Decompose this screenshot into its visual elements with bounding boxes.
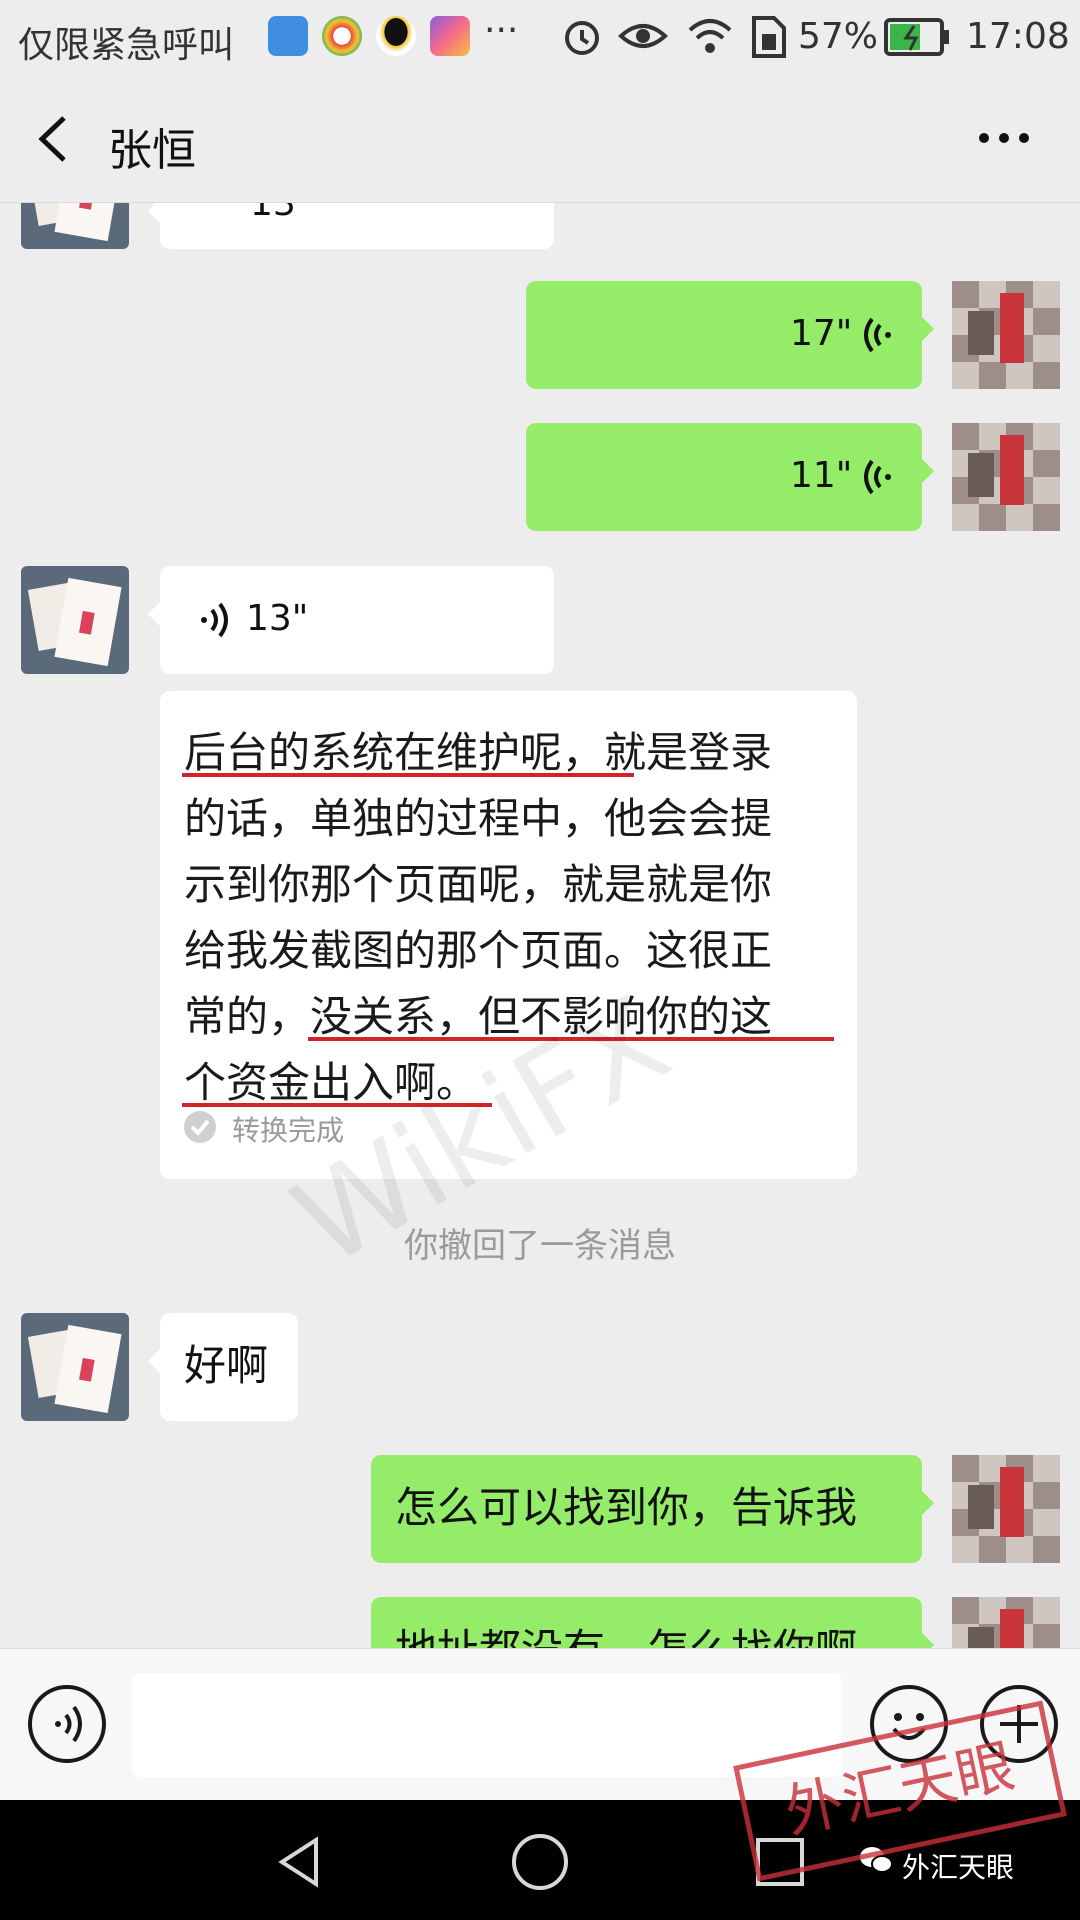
transcript-line: 后台的系统在维护呢，就是登录 bbox=[184, 728, 773, 777]
chat-list[interactable]: 13" 17" 11" 13" 后台的系统在维护呢，就是登录 的话，单独的过程中… bbox=[0, 203, 1080, 1648]
outgoing-voice-bubble[interactable]: 17" bbox=[526, 281, 934, 389]
recall-notice: 你撤回了一条消息 bbox=[404, 1226, 676, 1266]
qq-app-icon bbox=[376, 16, 416, 56]
transcript-line: 给我发截图的那个页面。这很正 bbox=[184, 926, 773, 975]
eye-icon bbox=[618, 24, 668, 48]
carrier-text: 仅限紧急呼叫 bbox=[18, 25, 235, 66]
wifi-icon bbox=[688, 19, 732, 53]
red-underline bbox=[182, 773, 634, 777]
chat-header: 张恒 bbox=[0, 76, 1080, 203]
my-avatar[interactable] bbox=[952, 1597, 1060, 1648]
status-bar: 仅限紧急呼叫 ··· 57% 17:08 bbox=[0, 0, 1080, 76]
chat-title: 张恒 bbox=[108, 125, 196, 176]
back-triangle-icon[interactable] bbox=[272, 1834, 328, 1890]
incoming-voice-bubble[interactable]: 13" bbox=[148, 566, 554, 674]
home-circle-icon[interactable] bbox=[510, 1832, 570, 1892]
my-avatar[interactable] bbox=[952, 1455, 1060, 1563]
voice-wave-icon bbox=[201, 602, 228, 638]
my-avatar[interactable] bbox=[952, 423, 1060, 531]
battery-percent: 57% bbox=[798, 16, 879, 57]
voice-duration: 17" bbox=[790, 313, 853, 354]
chevron-left-icon[interactable] bbox=[34, 114, 74, 164]
contact-avatar[interactable] bbox=[21, 1313, 129, 1421]
voice-input-icon[interactable] bbox=[28, 1685, 106, 1763]
brand-label: 外汇天眼 bbox=[902, 1851, 1015, 1884]
outgoing-voice-bubble[interactable]: 11" bbox=[526, 423, 934, 531]
voice-wave-icon bbox=[864, 459, 891, 495]
message-text: 怎么可以找到你，告诉我 bbox=[395, 1483, 858, 1532]
voice-duration: 13" bbox=[250, 203, 313, 224]
gallery-app-icon bbox=[430, 16, 470, 56]
more-notifications: ··· bbox=[484, 10, 519, 51]
message-text: 好啊 bbox=[184, 1341, 269, 1390]
my-avatar[interactable] bbox=[952, 281, 1060, 389]
message-text: 地址都没有，怎么找你啊 bbox=[395, 1617, 857, 1648]
health-app-icon bbox=[268, 16, 308, 56]
battery-icon bbox=[884, 18, 949, 56]
contact-avatar[interactable] bbox=[21, 203, 129, 249]
sim-icon bbox=[752, 16, 786, 58]
transcript-line: 常的，没关系，但不影响你的这 bbox=[184, 992, 773, 1041]
more-dots-icon[interactable] bbox=[976, 130, 1032, 146]
outgoing-text-bubble[interactable]: 怎么可以找到你，告诉我 bbox=[371, 1455, 934, 1563]
clock: 17:08 bbox=[966, 16, 1070, 57]
voice-wave-icon bbox=[864, 317, 891, 353]
transcript-line: 的话，单独的过程中，他会会提 bbox=[184, 794, 773, 843]
incoming-voice-bubble[interactable]: 13" bbox=[148, 203, 554, 249]
browser-app-icon bbox=[322, 16, 362, 56]
outgoing-text-bubble[interactable]: 地址都没有，怎么找你啊 bbox=[371, 1597, 934, 1648]
voice-duration: 13" bbox=[246, 598, 309, 639]
check-icon bbox=[184, 1111, 216, 1143]
contact-avatar[interactable] bbox=[21, 566, 129, 674]
alarm-icon bbox=[565, 21, 599, 55]
voice-duration: 11" bbox=[790, 455, 853, 496]
message-input[interactable] bbox=[132, 1673, 842, 1777]
transcript-line: 示到你那个页面呢，就是就是你 bbox=[184, 860, 773, 909]
incoming-text-bubble[interactable]: 好啊 bbox=[148, 1313, 298, 1421]
